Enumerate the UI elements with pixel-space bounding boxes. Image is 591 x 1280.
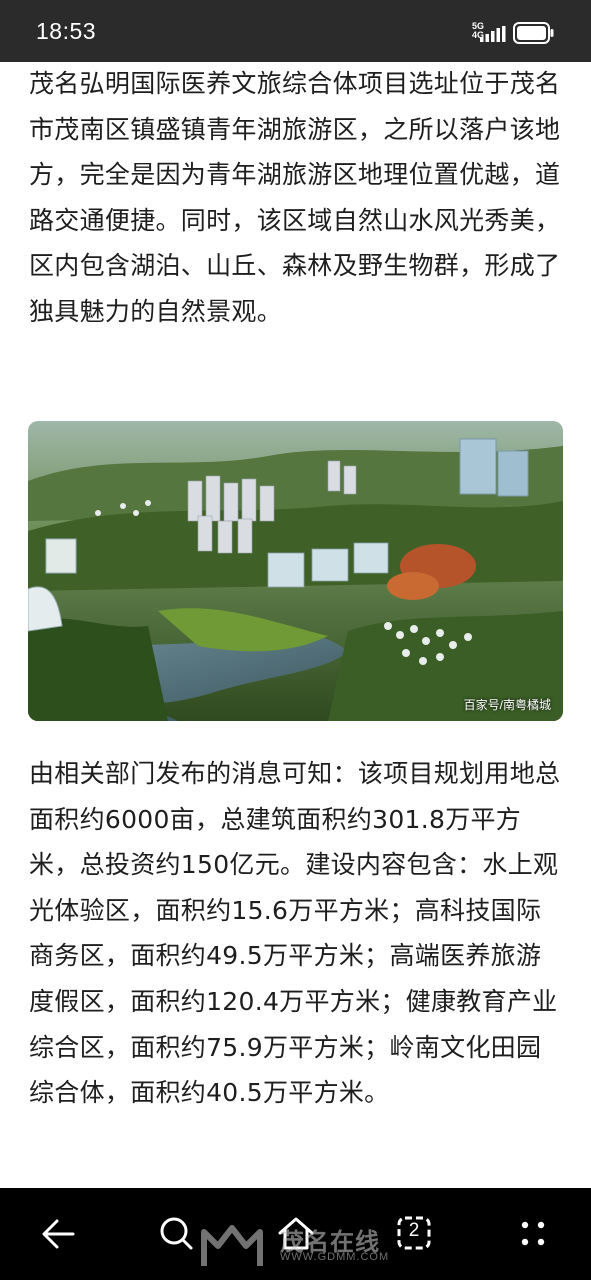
battery-icon	[513, 22, 554, 44]
article-paragraph: 茂名弘明国际医养文旅综合体项目选址位于茂名市茂南区镇盛镇青年湖旅游区，之所以落户…	[29, 69, 561, 326]
more-dots-icon[interactable]	[507, 1208, 559, 1260]
back-arrow-icon[interactable]	[33, 1208, 85, 1260]
aerial-rendering-image[interactable]: 百家号/南粤橘城	[28, 421, 563, 721]
site-logo-mark-icon	[201, 1225, 263, 1266]
image-caption: 百家号/南粤橘城	[463, 698, 551, 712]
site-watermark-logo: 茂名在线 WWW.GDMM.COM	[200, 1218, 410, 1274]
search-icon[interactable]	[150, 1208, 202, 1260]
status-time: 18:53	[36, 18, 97, 44]
status-bar: 18:53 5G 4G	[0, 0, 591, 62]
site-watermark-url: WWW.GDMM.COM	[280, 1251, 390, 1263]
article-content: 茂名弘明国际医养文旅综合体项目选址位于茂名市茂南区镇盛镇青年湖旅游区，之所以落户…	[0, 62, 591, 1188]
signal-icon	[480, 26, 506, 42]
aerial-rendering-illustration	[28, 421, 563, 721]
bottom-nav-bar: 2 茂名在线 WWW.GDMM.COM	[0, 1188, 591, 1280]
article-paragraph: 由相关部门发布的消息可知：该项目规划用地总面积约6000亩，总建筑面积约301.…	[29, 759, 561, 1108]
